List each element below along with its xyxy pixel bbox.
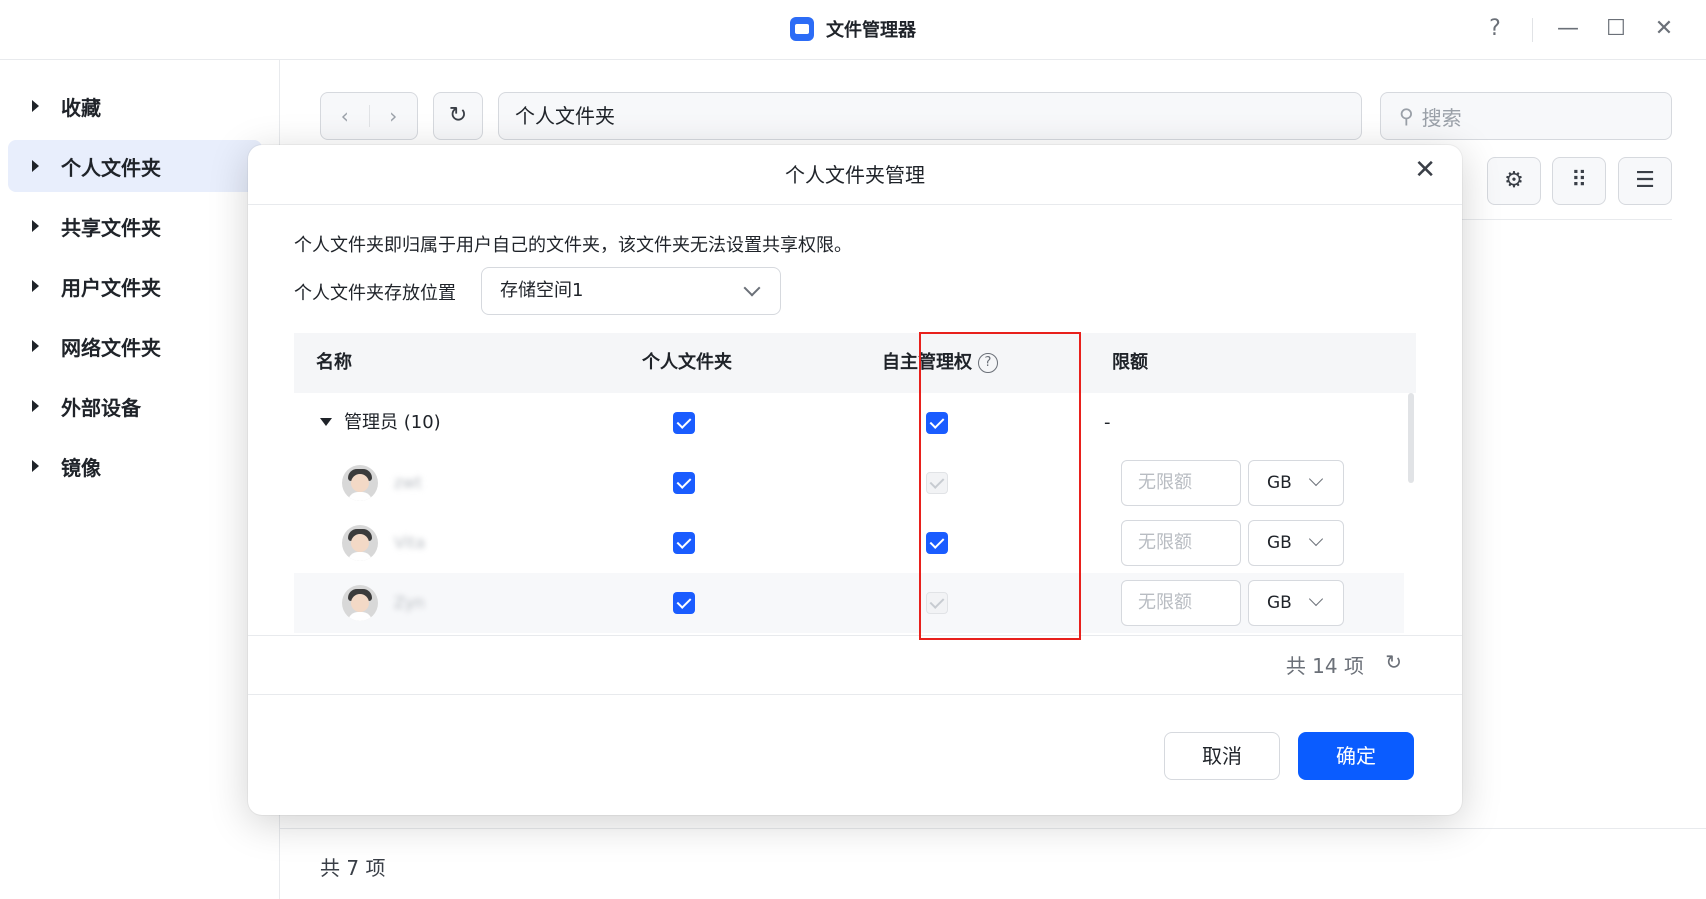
personal-folder-checkbox[interactable] bbox=[673, 592, 695, 614]
chevron-down-icon bbox=[1308, 471, 1324, 487]
ok-button[interactable]: 确定 bbox=[1298, 732, 1414, 780]
table-row: Vita 无限额 GB bbox=[294, 513, 1404, 573]
chevron-down-icon bbox=[1308, 591, 1324, 607]
dialog-header-divider bbox=[248, 204, 1462, 205]
location-select[interactable]: 存储空间1 bbox=[481, 267, 781, 315]
user-name: Zyn bbox=[394, 593, 425, 612]
dialog-footer-divider bbox=[248, 694, 1462, 695]
self-manage-checkbox[interactable] bbox=[926, 532, 948, 554]
table-scrollbar[interactable] bbox=[1408, 393, 1414, 483]
location-value: 存储空间1 bbox=[500, 280, 584, 301]
unit-select[interactable]: GB bbox=[1248, 460, 1344, 506]
chevron-down-icon bbox=[743, 279, 761, 297]
unit-select[interactable]: GB bbox=[1248, 580, 1344, 626]
dialog-title: 个人文件夹管理 bbox=[785, 163, 925, 187]
quota-input[interactable]: 无限额 bbox=[1121, 580, 1241, 626]
chevron-down-icon bbox=[1308, 531, 1324, 547]
list-footer-divider bbox=[248, 635, 1462, 636]
unit-value: GB bbox=[1267, 473, 1292, 493]
unit-select[interactable]: GB bbox=[1248, 520, 1344, 566]
self-manage-checkbox-disabled bbox=[926, 472, 948, 494]
table-row-group: 管理员 (10) - bbox=[294, 393, 1404, 453]
column-name: 名称 bbox=[316, 352, 352, 373]
group-label: 管理员 (10) bbox=[344, 412, 441, 433]
personal-folder-checkbox[interactable] bbox=[673, 472, 695, 494]
quota-value: - bbox=[1104, 412, 1111, 433]
avatar bbox=[342, 585, 378, 621]
collapse-caret-icon[interactable] bbox=[320, 418, 332, 426]
table-row: zwt 无限额 GB bbox=[294, 453, 1404, 513]
avatar bbox=[342, 465, 378, 501]
personal-folder-checkbox[interactable] bbox=[673, 532, 695, 554]
cancel-button[interactable]: 取消 bbox=[1164, 732, 1280, 780]
unit-value: GB bbox=[1267, 533, 1292, 553]
user-name: zwt bbox=[394, 473, 422, 492]
dialog-description: 个人文件夹即归属于用户自己的文件夹，该文件夹无法设置共享权限。 bbox=[294, 235, 852, 256]
location-label: 个人文件夹存放位置 bbox=[294, 283, 456, 304]
personal-folder-dialog: 个人文件夹管理 ✕ 个人文件夹即归属于用户自己的文件夹，该文件夹无法设置共享权限… bbox=[248, 145, 1462, 815]
refresh-icon[interactable]: ↻ bbox=[1385, 650, 1402, 674]
unit-value: GB bbox=[1267, 593, 1292, 613]
dialog-item-count: 共 14 项 bbox=[1285, 654, 1364, 678]
self-manage-checkbox-disabled bbox=[926, 592, 948, 614]
help-circle-icon[interactable]: ? bbox=[978, 353, 998, 373]
table-header: 名称 个人文件夹 自主管理权? 限额 bbox=[294, 333, 1416, 393]
column-personal-folder: 个人文件夹 bbox=[642, 352, 732, 373]
column-self-manage-label: 自主管理权 bbox=[882, 352, 972, 373]
quota-input[interactable]: 无限额 bbox=[1121, 460, 1241, 506]
user-name: Vita bbox=[394, 533, 426, 552]
quota-input[interactable]: 无限额 bbox=[1121, 520, 1241, 566]
column-self-manage: 自主管理权? bbox=[882, 333, 998, 393]
personal-folder-checkbox[interactable] bbox=[673, 412, 695, 434]
table-row: Zyn 无限额 GB bbox=[294, 573, 1404, 633]
column-quota: 限额 bbox=[1112, 352, 1148, 373]
close-icon[interactable]: ✕ bbox=[1414, 157, 1436, 183]
avatar bbox=[342, 525, 378, 561]
self-manage-checkbox[interactable] bbox=[926, 412, 948, 434]
